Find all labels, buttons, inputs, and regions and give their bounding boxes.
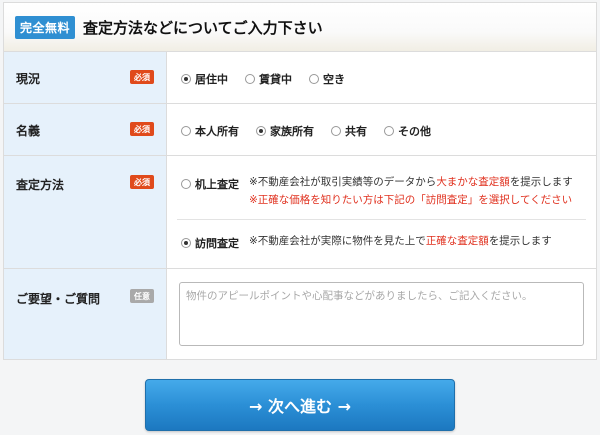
method-visit-description: ※不動産会社が実際に物件を見た上で正確な査定額を提示します (249, 232, 552, 250)
radio-label: 居住中 (195, 73, 228, 86)
value-cell-requests (167, 269, 596, 359)
radio-label: 空き (323, 73, 345, 86)
desc-text: ※不動産会社が実際に物件を見た上で (249, 235, 426, 247)
radio-label: その他 (398, 125, 431, 138)
method-divider (177, 219, 586, 220)
next-button[interactable]: → 次へ進む → (145, 379, 455, 431)
radio-label: 訪問査定 (195, 237, 239, 250)
radio-group-status: 居住中 賃貸中 空き (181, 71, 362, 87)
label-method: 査定方法 (16, 178, 65, 192)
form-card: 完全無料 査定方法などについてご入力下さい 現況 必須 居住中 賃貸中 空き 名… (3, 2, 597, 360)
label-cell-status: 現況 必須 (4, 52, 167, 103)
radio-option-self-owned[interactable]: 本人所有 (181, 123, 239, 139)
optional-badge: 任意 (130, 289, 154, 303)
radio-button[interactable] (331, 126, 341, 136)
row-status: 現況 必須 居住中 賃貸中 空き (4, 52, 596, 104)
value-cell-method: 机上査定 ※不動産会社が取引実績等のデータから大まかな査定額を提示します ※正確… (167, 156, 596, 268)
radio-option-other[interactable]: その他 (384, 123, 431, 139)
label-cell-ownership: 名義 必須 (4, 104, 167, 155)
radio-button[interactable] (245, 74, 255, 84)
radio-option-residing[interactable]: 居住中 (181, 71, 228, 87)
label-cell-method: 査定方法 必須 (4, 156, 167, 268)
desk-note: ※正確な価格を知りたい方は下記の「訪問査定」を選択してください (249, 194, 573, 206)
row-requests: ご要望・ご質問 任意 (4, 269, 596, 359)
radio-button[interactable] (309, 74, 319, 84)
radio-option-shared[interactable]: 共有 (331, 123, 367, 139)
radio-option-visit[interactable]: 訪問査定 (181, 235, 249, 251)
requests-textarea[interactable] (179, 282, 584, 346)
radio-group-ownership: 本人所有 家族所有 共有 その他 (181, 123, 448, 139)
radio-button[interactable] (181, 126, 191, 136)
radio-option-rented[interactable]: 賃貸中 (245, 71, 292, 87)
label-requests: ご要望・ご質問 (16, 292, 101, 306)
radio-button[interactable] (256, 126, 266, 136)
radio-label: 本人所有 (195, 125, 239, 138)
method-desk: 机上査定 ※不動産会社が取引実績等のデータから大まかな査定額を提示します ※正確… (181, 176, 573, 209)
radio-label: 家族所有 (270, 125, 314, 138)
desk-desc-line: ※不動産会社が取引実績等のデータから大まかな査定額を提示します (249, 173, 573, 191)
radio-option-desk[interactable]: 机上査定 (181, 176, 249, 192)
label-ownership: 名義 (16, 124, 41, 138)
radio-option-vacant[interactable]: 空き (309, 71, 345, 87)
value-cell-status: 居住中 賃貸中 空き (167, 52, 596, 103)
row-method: 査定方法 必須 机上査定 ※不動産会社が取引実績等のデータから大まかな査定額を提… (4, 156, 596, 269)
form-title: 査定方法などについてご入力下さい (83, 18, 323, 37)
desc-text: を提示します (509, 176, 573, 188)
radio-label: 机上査定 (195, 178, 239, 191)
form-header: 完全無料 査定方法などについてご入力下さい (4, 3, 596, 52)
desc-highlight: 正確な査定額 (425, 235, 489, 247)
radio-button[interactable] (181, 179, 191, 189)
radio-label: 共有 (345, 125, 367, 138)
desc-text: を提示します (488, 235, 552, 247)
visit-desc-line: ※不動産会社が実際に物件を見た上で正確な査定額を提示します (249, 232, 552, 250)
radio-button[interactable] (181, 74, 191, 84)
free-badge: 完全無料 (15, 15, 76, 39)
required-badge: 必須 (130, 175, 154, 189)
label-cell-requests: ご要望・ご質問 任意 (4, 269, 167, 359)
label-status: 現況 (16, 72, 41, 86)
required-badge: 必須 (130, 70, 154, 84)
desc-text: ※不動産会社が取引実績等のデータから (249, 176, 437, 188)
desc-highlight: 大まかな査定額 (436, 176, 510, 188)
radio-button[interactable] (384, 126, 394, 136)
method-visit: 訪問査定 ※不動産会社が実際に物件を見た上で正確な査定額を提示します (181, 235, 552, 251)
required-badge: 必須 (130, 122, 154, 136)
radio-label: 賃貸中 (259, 73, 292, 86)
row-ownership: 名義 必須 本人所有 家族所有 共有 その他 (4, 104, 596, 156)
method-desk-description: ※不動産会社が取引実績等のデータから大まかな査定額を提示します ※正確な価格を知… (249, 173, 573, 209)
radio-button[interactable] (181, 238, 191, 248)
radio-option-family-owned[interactable]: 家族所有 (256, 123, 314, 139)
value-cell-ownership: 本人所有 家族所有 共有 その他 (167, 104, 596, 155)
